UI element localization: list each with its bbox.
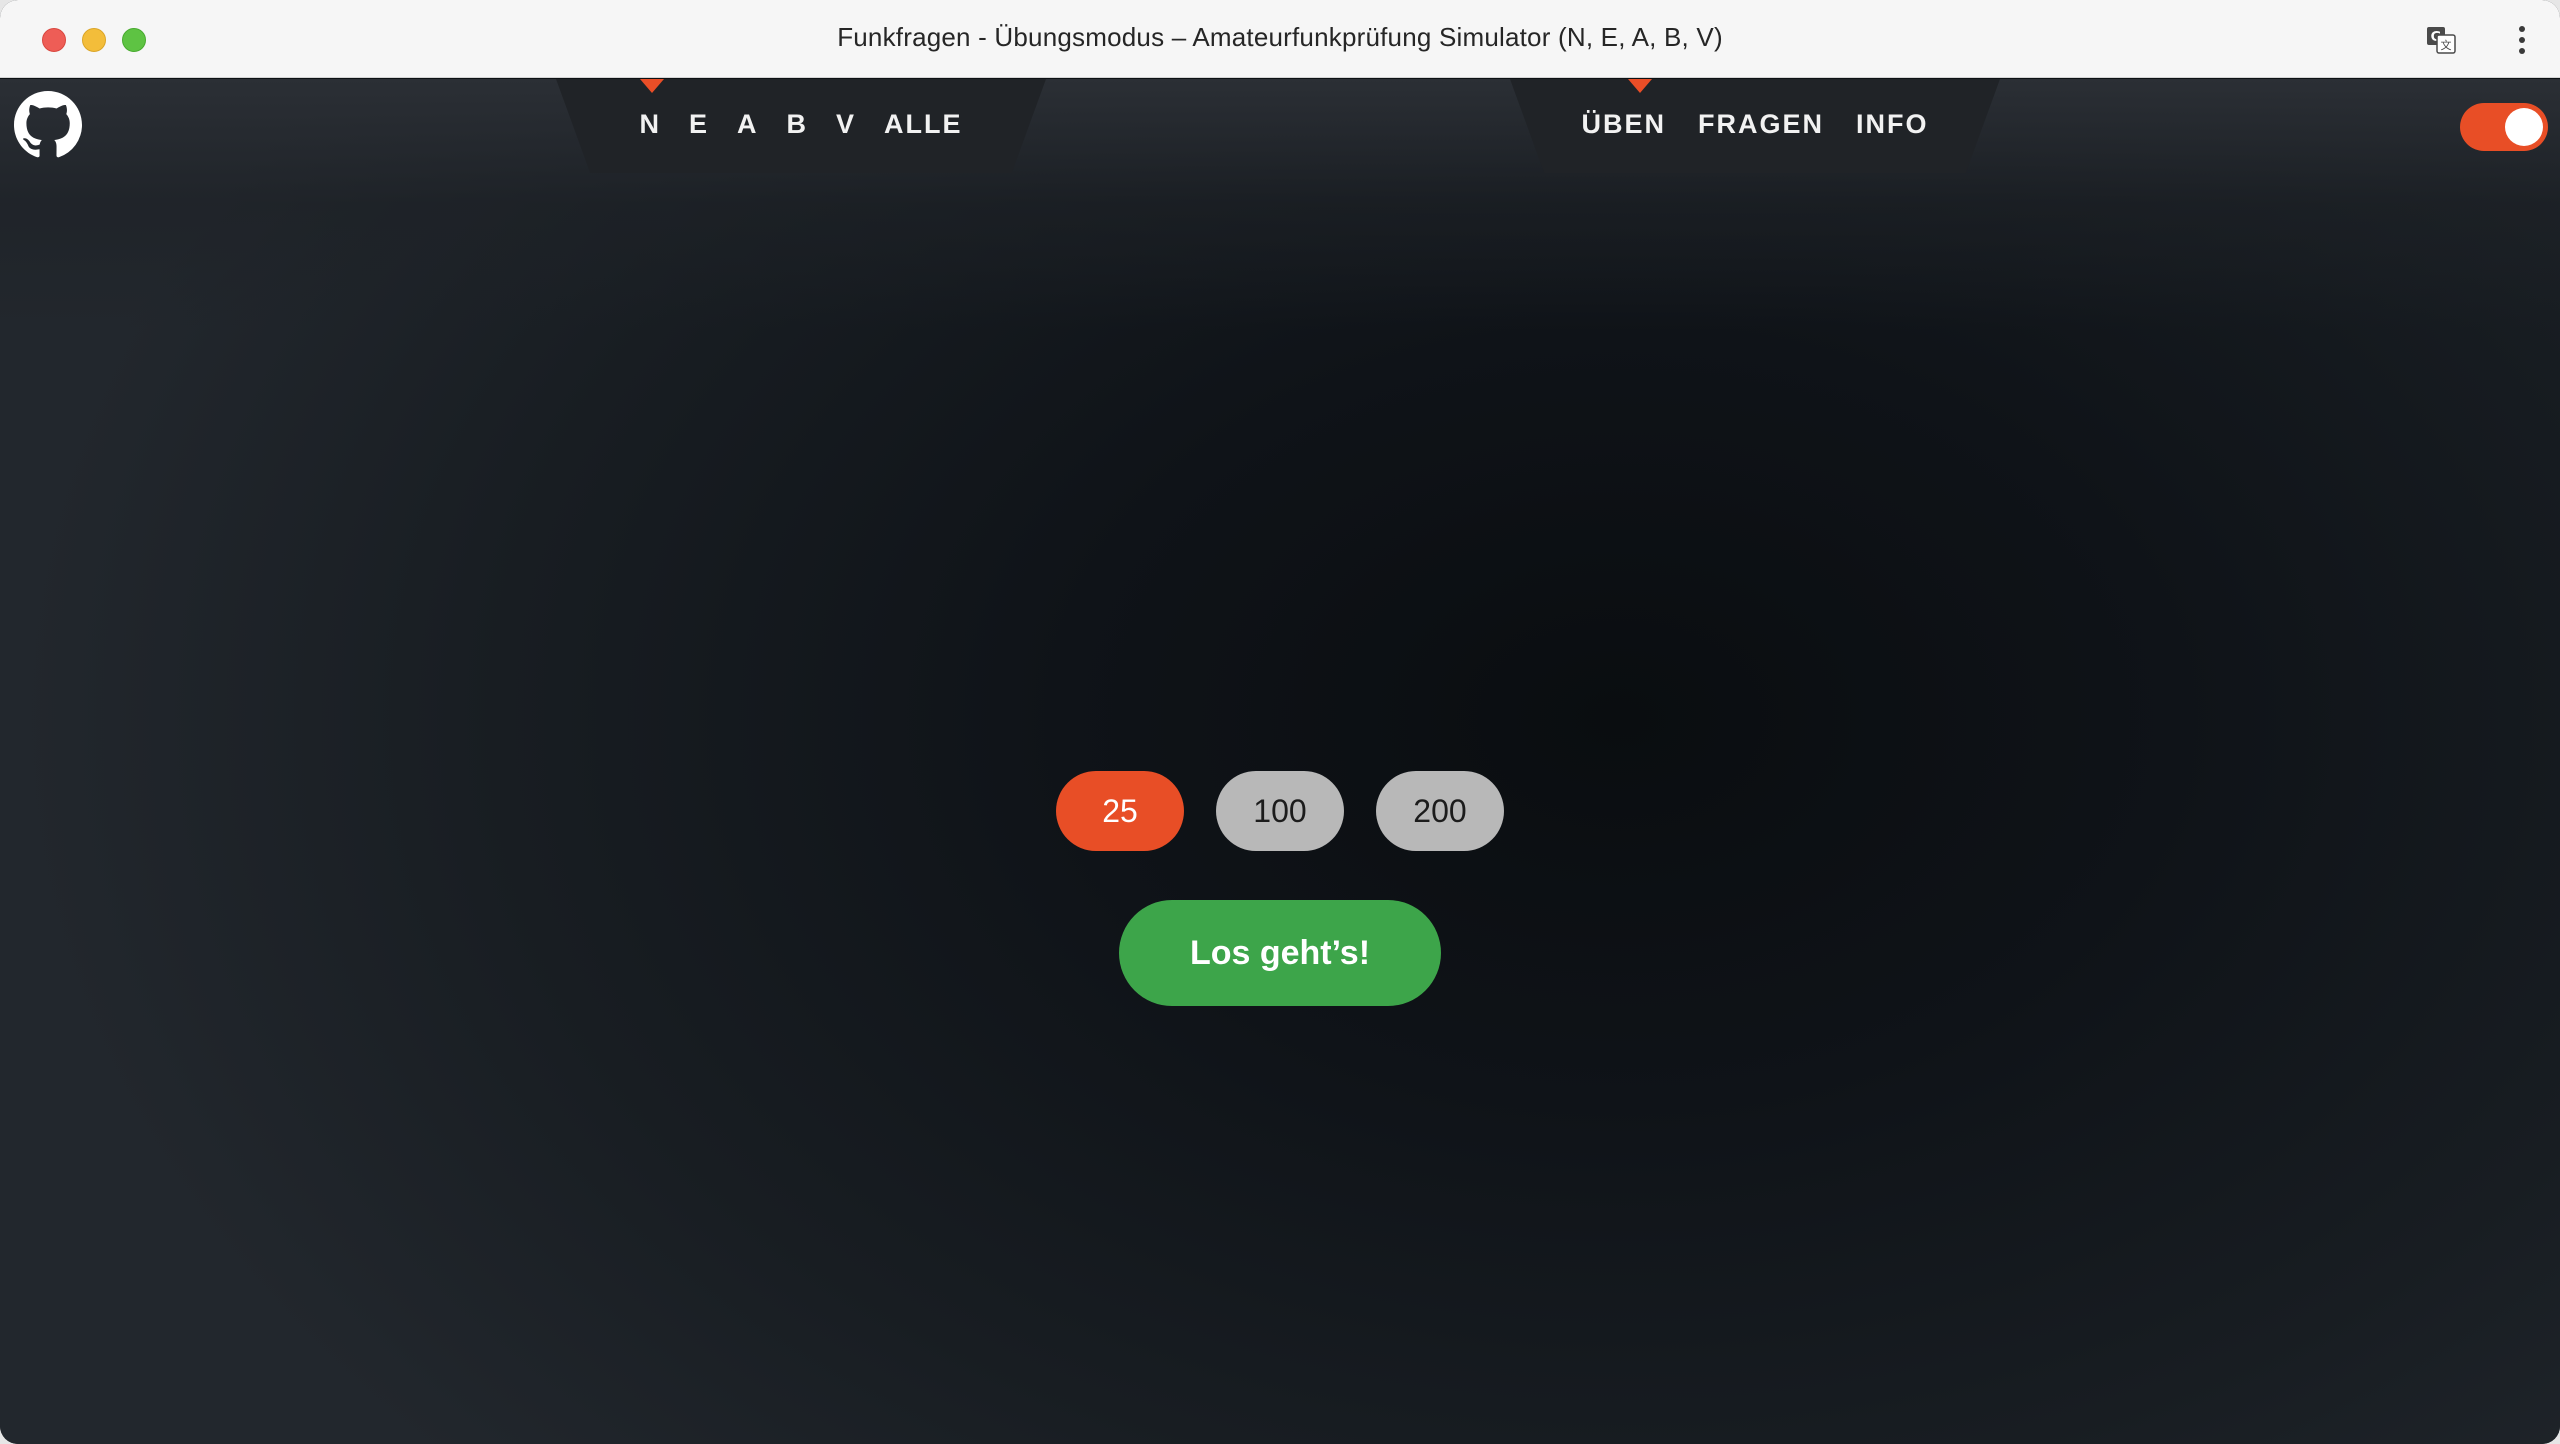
- app-window: Funkfragen - Übungsmodus – Amateurfunkpr…: [0, 0, 2560, 1444]
- class-tab-a[interactable]: A: [737, 109, 759, 140]
- question-count-selector: 25 100 200: [0, 771, 2560, 851]
- kebab-menu-icon[interactable]: [2512, 24, 2532, 56]
- class-tab-alle[interactable]: ALLE: [884, 109, 963, 140]
- count-option-100[interactable]: 100: [1216, 771, 1344, 851]
- class-tab-e[interactable]: E: [689, 109, 709, 140]
- toggle-knob: [2505, 108, 2543, 146]
- title-bar: Funkfragen - Übungsmodus – Amateurfunkpr…: [0, 0, 2560, 78]
- active-class-marker: [640, 79, 664, 93]
- mode-nav: ÜBEN FRAGEN INFO: [1510, 79, 2000, 173]
- github-icon[interactable]: [14, 91, 82, 159]
- mode-tab-info[interactable]: INFO: [1856, 109, 1929, 140]
- class-tab-n[interactable]: N: [639, 109, 661, 140]
- count-option-25[interactable]: 25: [1056, 771, 1184, 851]
- mode-tab-ueben[interactable]: ÜBEN: [1581, 109, 1666, 140]
- count-option-200[interactable]: 200: [1376, 771, 1504, 851]
- window-title: Funkfragen - Übungsmodus – Amateurfunkpr…: [837, 22, 1723, 52]
- svg-text:文: 文: [2441, 38, 2452, 52]
- app-page: N E A B V ALLE ÜBEN FRAGEN INFO 25 100 2…: [0, 79, 2560, 1444]
- translate-icon[interactable]: G 文: [2426, 26, 2456, 54]
- theme-toggle[interactable]: [2460, 103, 2548, 151]
- class-tab-b[interactable]: B: [787, 109, 809, 140]
- active-mode-marker: [1628, 79, 1652, 93]
- mode-tab-fragen[interactable]: FRAGEN: [1698, 109, 1824, 140]
- start-button[interactable]: Los geht’s!: [1119, 900, 1441, 1006]
- class-tab-v[interactable]: V: [836, 109, 856, 140]
- license-class-nav: N E A B V ALLE: [556, 79, 1046, 173]
